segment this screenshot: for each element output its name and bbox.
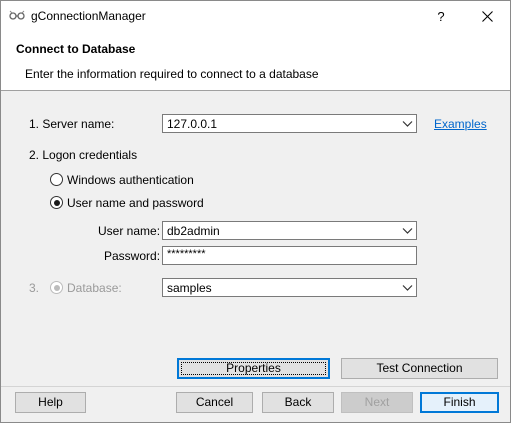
page-subtitle: Enter the information required to connec…: [25, 67, 319, 81]
finish-button-label: Finish: [443, 395, 476, 409]
footer-separator: [1, 386, 510, 387]
test-connection-button[interactable]: Test Connection: [341, 358, 498, 379]
cancel-button[interactable]: Cancel: [176, 392, 253, 413]
help-button-label: Help: [38, 395, 63, 409]
chevron-down-icon[interactable]: [402, 283, 413, 292]
username-combobox[interactable]: db2admin: [162, 221, 417, 240]
connection-plug-icon: [9, 10, 25, 20]
password-value: *********: [167, 248, 206, 260]
windows-auth-radio[interactable]: [50, 173, 63, 186]
cancel-button-label: Cancel: [195, 395, 234, 409]
username-password-label[interactable]: User name and password: [67, 196, 204, 210]
logon-credentials-label: 2. Logon credentials: [29, 148, 138, 162]
database-radio: [50, 281, 63, 294]
header-panel: Connect to Database Enter the informatio…: [1, 32, 510, 91]
back-button[interactable]: Back: [262, 392, 334, 413]
page-title: Connect to Database: [16, 42, 136, 56]
database-label: Database:: [67, 281, 122, 295]
username-label: User name:: [98, 224, 161, 238]
password-field[interactable]: *********: [162, 246, 417, 265]
back-button-label: Back: [284, 395, 312, 409]
database-combobox[interactable]: samples: [162, 278, 417, 297]
username-password-radio[interactable]: [50, 196, 63, 209]
username-value: db2admin: [167, 224, 220, 238]
password-label: Password:: [104, 249, 161, 263]
finish-button[interactable]: Finish: [420, 392, 499, 413]
next-button: Next: [341, 392, 413, 413]
database-number: 3.: [29, 281, 40, 295]
connection-dialog: gConnectionManager ? Connect to Database…: [0, 0, 511, 423]
examples-link[interactable]: Examples: [434, 117, 487, 131]
title-bar: gConnectionManager ?: [1, 1, 510, 32]
close-icon: [481, 11, 493, 22]
server-name-label: 1. Server name:: [29, 117, 115, 131]
server-name-value: 127.0.0.1: [167, 117, 218, 131]
server-name-combobox[interactable]: 127.0.0.1: [162, 114, 417, 133]
chevron-down-icon[interactable]: [402, 226, 413, 235]
chevron-down-icon[interactable]: [402, 119, 413, 128]
help-button[interactable]: Help: [15, 392, 86, 413]
windows-auth-label[interactable]: Windows authentication: [67, 173, 194, 187]
window-title: gConnectionManager: [31, 9, 146, 23]
help-glyph: ?: [437, 9, 445, 24]
properties-button[interactable]: Properties: [177, 358, 330, 379]
help-title-button[interactable]: ?: [418, 1, 464, 32]
test-connection-button-label: Test Connection: [376, 361, 463, 375]
database-value: samples: [167, 281, 212, 295]
close-button[interactable]: [464, 1, 510, 32]
next-button-label: Next: [364, 395, 390, 409]
